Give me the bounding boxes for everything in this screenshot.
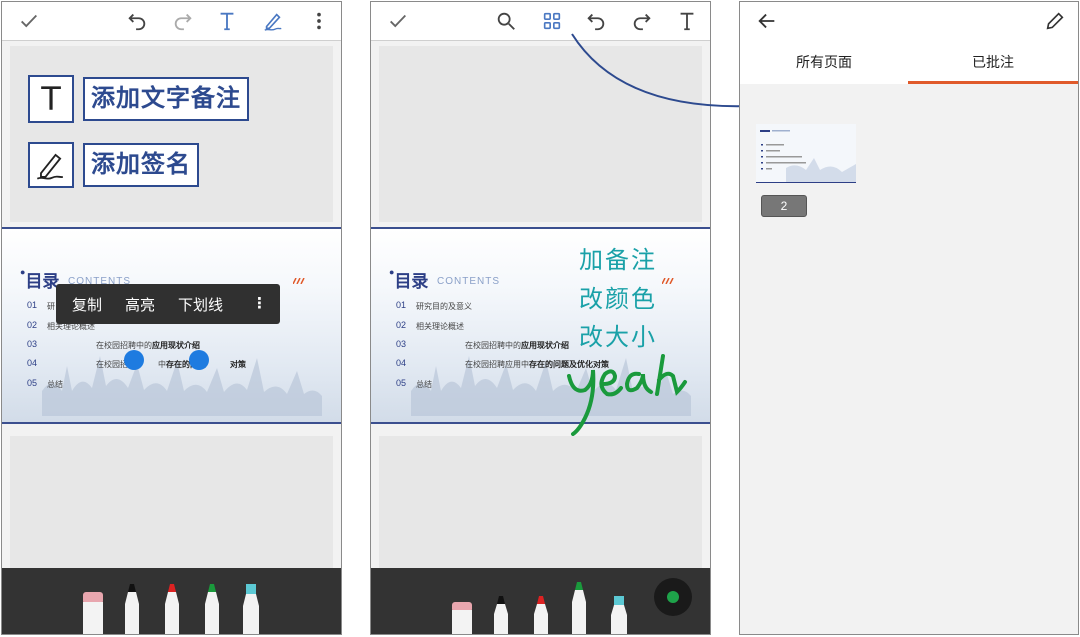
text-icon[interactable] [216, 10, 238, 32]
text-tool-icon: T [41, 80, 61, 118]
toc-num-05: 05 [396, 378, 407, 388]
toc-num-03: 03 [396, 339, 407, 349]
highlight-menu-item[interactable]: 高亮 [125, 294, 155, 315]
toc-title: ●目录 [20, 267, 60, 291]
edit-pencil-icon[interactable] [1044, 10, 1066, 32]
decor-stripes [293, 278, 305, 284]
decor-stripes [662, 278, 674, 284]
signature-pen-icon [36, 153, 64, 180]
eraser-pen-icon[interactable] [451, 600, 473, 634]
selection-handle-start[interactable] [124, 350, 144, 370]
text-icon[interactable] [676, 10, 698, 32]
toc-title: ●目录 [389, 267, 429, 291]
teal-highlighter-icon[interactable] [608, 596, 630, 634]
scribble-yeah [567, 354, 687, 436]
black-marker-icon[interactable] [490, 596, 512, 634]
toc-item-05: 总结 [47, 380, 63, 389]
toc-num-02: 02 [396, 320, 407, 330]
page-filter-tabs: 所有页面 已批注 [740, 40, 1078, 84]
next-page [379, 436, 702, 572]
undo-icon[interactable] [126, 10, 148, 32]
toc-num-04: 04 [396, 358, 407, 368]
phone-panel-annotate: T 添加文字备注 添加签名 ●目录 CONTENTS 01 研 02 相关理论概… [1, 1, 342, 635]
handwriting-line-2: 改颜色 [579, 286, 657, 313]
toc-item-03: 在校园招聘中的应用现状介绍 [465, 341, 569, 350]
previous-page [10, 46, 333, 222]
search-icon[interactable] [495, 10, 517, 32]
redo-icon[interactable] [631, 10, 653, 32]
handwriting-line-1: 加备注 [579, 247, 657, 274]
teal-highlighter-icon[interactable] [240, 584, 262, 634]
toc-num-01: 01 [27, 300, 38, 310]
add-signature-label: 添加签名 [83, 143, 199, 187]
selection-handle-end[interactable] [189, 350, 209, 370]
phone-panel-page-list: 所有页面 已批注 2 [739, 1, 1079, 635]
toc-item-03: 在校园招聘中的应用现状介绍 [96, 341, 200, 350]
top-toolbar [2, 2, 341, 41]
eraser-pen-icon[interactable] [82, 588, 104, 634]
toc-num-05: 05 [27, 378, 38, 388]
toc-item-05: 总结 [416, 380, 432, 389]
annotated-page-thumbnail[interactable] [756, 124, 856, 183]
check-icon[interactable] [18, 10, 40, 32]
back-arrow-icon[interactable] [756, 10, 778, 32]
top-toolbar [740, 2, 1078, 40]
pen-tray [2, 568, 341, 634]
connector-arrow [571, 33, 757, 113]
toc-num-02: 02 [27, 320, 38, 330]
signature-icon-box[interactable] [28, 142, 74, 188]
more-icon[interactable] [308, 10, 330, 32]
toc-item-04: 在校园招聘 中存在的问题 对策 [96, 360, 246, 369]
check-icon[interactable] [387, 10, 409, 32]
tab-annotated[interactable]: 已批注 [908, 40, 1078, 84]
grid-icon[interactable] [541, 10, 563, 32]
page-number-badge: 2 [761, 195, 807, 217]
pen-icon[interactable] [262, 10, 284, 32]
next-page [10, 436, 333, 572]
text-selection-menu: 复制 高亮 下划线 ⋮ [56, 284, 280, 324]
toc-item-01: 研 [47, 302, 55, 311]
tab-all-pages[interactable]: 所有页面 [740, 40, 908, 84]
color-picker-button[interactable] [654, 578, 692, 616]
add-text-note-label: 添加文字备注 [83, 77, 249, 121]
red-marker-icon[interactable] [161, 584, 183, 634]
copy-menu-item[interactable]: 复制 [72, 294, 102, 315]
toc-num-03: 03 [27, 339, 38, 349]
toc-item-01: 研究目的及意义 [416, 302, 472, 311]
toc-num-04: 04 [27, 358, 38, 368]
pen-tray [371, 568, 710, 634]
black-marker-icon[interactable] [121, 584, 143, 634]
toc-subtitle: CONTENTS [437, 276, 500, 287]
redo-icon[interactable] [172, 10, 194, 32]
slide-toc: ●目录 CONTENTS 01 研 02 相关理论概述 03 在校园招聘中的应用… [2, 227, 341, 424]
undo-icon[interactable] [585, 10, 607, 32]
crowd-silhouette [42, 356, 322, 416]
text-annotation-icon-box[interactable]: T [28, 75, 74, 123]
underline-menu-item[interactable]: 下划线 [178, 294, 223, 315]
green-marker-icon[interactable] [568, 582, 590, 634]
toc-num-01: 01 [396, 300, 407, 310]
red-marker-icon[interactable] [530, 596, 552, 634]
toc-item-02: 相关理论概述 [416, 322, 464, 331]
green-marker-icon[interactable] [201, 584, 223, 634]
more-menu-icon[interactable]: ⋮ [252, 294, 267, 312]
handwriting-line-3: 改大小 [579, 324, 657, 351]
